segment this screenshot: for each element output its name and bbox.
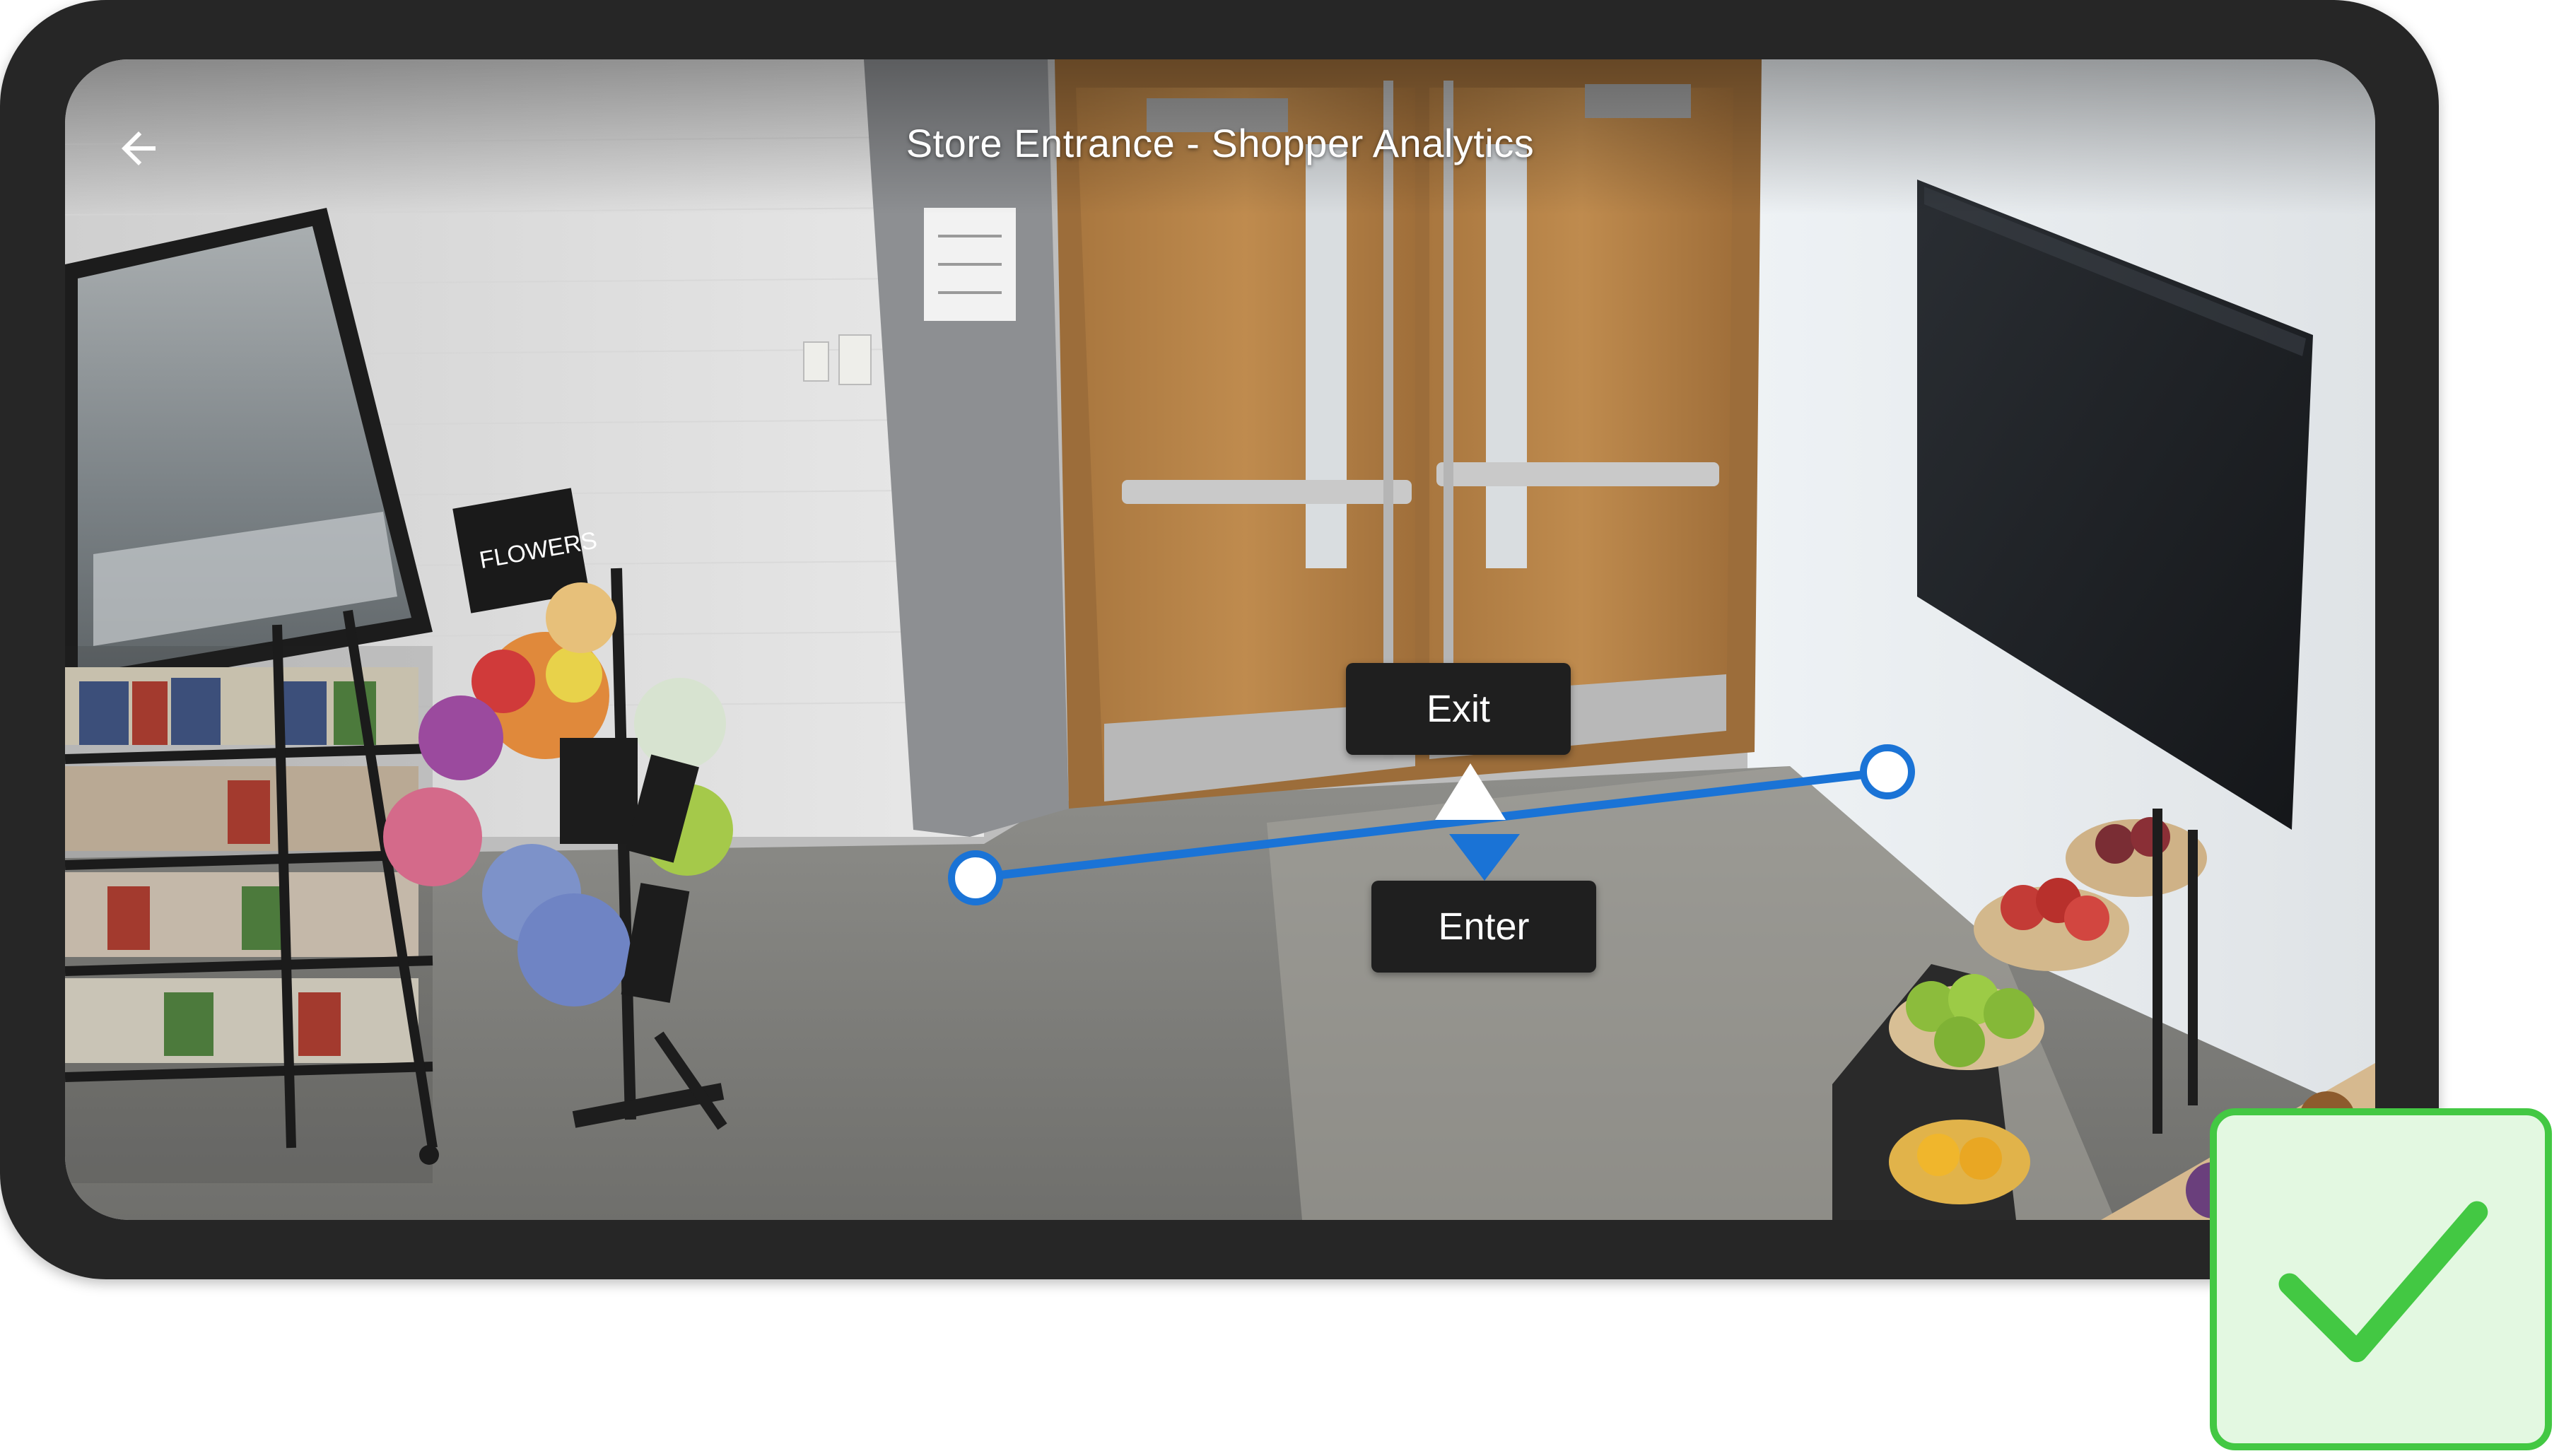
exit-label: Exit <box>1346 663 1571 755</box>
page-title: Store Entrance - Shopper Analytics <box>906 121 1535 165</box>
camera-view: FLOWERS <box>65 59 2375 1220</box>
camera-screen: FLOWERS Store Entrance - Shopper Analyti… <box>65 59 2375 1220</box>
check-icon <box>2278 1201 2488 1363</box>
device-frame: FLOWERS Store Entrance - Shopper Analyti… <box>0 0 2439 1279</box>
status-badge <box>2210 1108 2552 1450</box>
line-start-handle[interactable] <box>948 850 1003 905</box>
stage: FLOWERS Store Entrance - Shopper Analyti… <box>0 0 2559 1456</box>
line-end-handle[interactable] <box>1860 744 1915 799</box>
enter-label: Enter <box>1371 881 1596 973</box>
